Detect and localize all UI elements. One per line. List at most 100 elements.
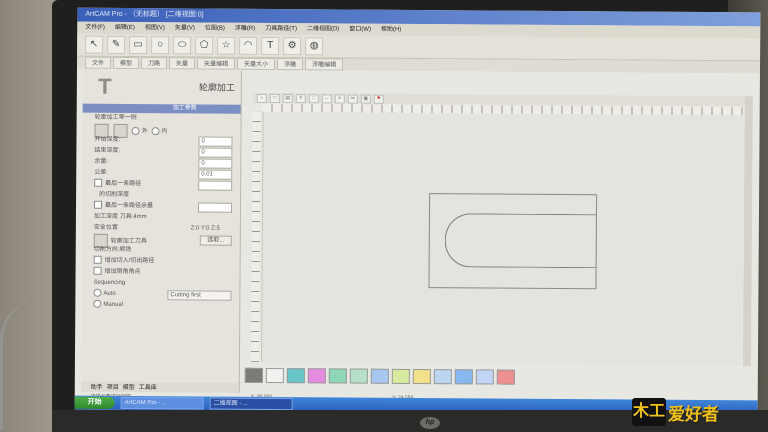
start-depth-label: 开始深度: — [94, 136, 121, 143]
layer-icon[interactable]: ▤ — [282, 93, 293, 103]
gear-icon[interactable]: ⚙ — [283, 37, 302, 56]
panel-title: 轮廓加工 — [198, 82, 235, 93]
bitmap-icon[interactable]: ◍ — [305, 37, 324, 56]
ramp-label: 增加切入/切出路径 — [104, 257, 155, 265]
menu-2dview[interactable]: 二维视图(D) — [307, 23, 339, 35]
vertical-scrollbar[interactable] — [742, 96, 753, 367]
color-swatch[interactable] — [496, 369, 515, 385]
color-swatch[interactable] — [349, 368, 368, 384]
slot-vector[interactable] — [444, 213, 596, 269]
tab-relief[interactable]: 浮雕 — [277, 58, 304, 71]
sequencing-label: Sequencing — [93, 279, 126, 286]
node-edit-icon[interactable]: ✎ — [107, 35, 126, 54]
last-pass-checkbox[interactable] — [94, 179, 103, 188]
ellipse-icon[interactable]: ⬭ — [173, 36, 192, 55]
tab-toolpath[interactable]: 刀路 — [141, 57, 168, 70]
direction-label: 切削方向:顺铣 — [93, 246, 132, 254]
select-icon[interactable]: ↖ — [85, 35, 104, 54]
menu-edit[interactable]: 编辑(E) — [115, 22, 135, 34]
taskbar-item-2dview[interactable]: 二维视图 - ... — [209, 397, 293, 411]
red-flag-icon[interactable]: ⚑ — [373, 94, 384, 104]
finish-depth-field[interactable]: 0 — [198, 147, 233, 158]
manual-label: Manual — [103, 301, 124, 308]
color-swatch[interactable] — [286, 367, 305, 383]
radio-inside[interactable] — [151, 127, 160, 136]
grid-icon[interactable]: # — [295, 93, 306, 103]
arc-icon[interactable]: ◠ — [239, 36, 258, 55]
menu-vector[interactable]: 矢量(V) — [175, 22, 195, 34]
color-swatch[interactable] — [475, 368, 494, 385]
color-swatch[interactable] — [265, 367, 284, 383]
color-swatch[interactable] — [412, 368, 431, 384]
menu-view[interactable]: 视图(V) — [145, 22, 165, 34]
menu-toolpath[interactable]: 刀具路径(T) — [265, 23, 297, 35]
screen: ArtCAM Pro - （无标题） [二维视图:0] 文件(F) 编辑(E) … — [74, 7, 761, 415]
safe-z-label: 安全位置 — [93, 224, 118, 231]
sequencing-dropdown[interactable]: Cutting first — [167, 290, 232, 301]
polygon-icon[interactable]: ⬠ — [195, 36, 214, 55]
watermark-logo: 木工 — [632, 398, 666, 426]
allowance-field[interactable]: 0 — [198, 158, 233, 169]
tolerance-field[interactable]: 0.01 — [198, 169, 233, 180]
color-swatch[interactable] — [328, 367, 347, 384]
profile-tool-icon: T — [98, 73, 112, 99]
corner-checkbox[interactable] — [93, 267, 102, 276]
panel-tabs: 助手 项目 模型 工具库 — [80, 381, 239, 393]
radio-auto[interactable] — [93, 289, 102, 298]
tab-vector-size[interactable]: 矢量大小 — [237, 57, 276, 71]
corner-label: 增加倒角角点 — [104, 268, 141, 276]
panel-tab-project[interactable]: 项目 — [107, 382, 119, 392]
menu-help[interactable]: 帮助(H) — [381, 24, 401, 36]
tab-vector[interactable]: 矢量 — [169, 57, 196, 70]
finish-depth-label: 结束深度: — [94, 147, 121, 154]
inside-label: 内 — [161, 128, 168, 135]
manual-row: Manual — [81, 300, 239, 312]
color-swatch[interactable] — [244, 367, 263, 383]
select-tool-button[interactable]: 选取... — [199, 235, 232, 246]
radio-outside[interactable] — [131, 127, 140, 136]
color-swatch[interactable] — [370, 368, 389, 384]
zoom-icon[interactable]: ⌕ — [256, 93, 267, 103]
menu-bitmap[interactable]: 位图(B) — [205, 23, 225, 35]
color-swatch[interactable] — [307, 367, 326, 383]
circle-icon[interactable]: ○ — [151, 36, 170, 55]
start-depth-field[interactable]: 0 — [198, 136, 233, 147]
star-icon[interactable]: ☆ — [217, 36, 236, 55]
tolerance-label: 公差: — [94, 169, 108, 176]
measure-icon[interactable]: ↔ — [321, 93, 332, 103]
tab-vector-edit[interactable]: 矢量编辑 — [197, 57, 236, 70]
radio-manual[interactable] — [93, 300, 102, 309]
panel-tab-model[interactable]: 模型 — [123, 382, 135, 392]
drawing-canvas[interactable] — [260, 111, 744, 366]
zoom-fit-icon[interactable]: □ — [269, 93, 280, 103]
last-pass-field[interactable] — [198, 180, 233, 191]
panel-tab-tool-library[interactable]: 工具库 — [139, 382, 157, 392]
group-icon[interactable]: ▣ — [360, 94, 371, 104]
text-icon[interactable]: T — [261, 36, 280, 56]
toolpath-panel: T 轮廓加工 加工参数 轮廓加工零一侧 外 内 开始深度: 0 结束深度: 0 … — [80, 69, 242, 393]
color-swatch[interactable] — [391, 368, 410, 384]
menu-file[interactable]: 文件(F) — [85, 22, 105, 34]
taskbar-item-artcam[interactable]: ArtCAM Pro - ... — [120, 396, 204, 410]
snap-icon[interactable]: ∷ — [308, 93, 319, 103]
tab-model[interactable]: 模型 — [113, 56, 140, 70]
vertical-ruler — [250, 111, 261, 362]
outside-label: 外 — [141, 128, 148, 135]
finish-tool-label: 轮廓加工刀具 — [110, 238, 147, 245]
menu-window[interactable]: 窗口(W) — [349, 24, 371, 36]
last-allowance-field[interactable] — [197, 202, 233, 213]
ramp-checkbox[interactable] — [93, 256, 102, 265]
watermark: 木工 爱好者 — [632, 396, 760, 428]
panel-tab-assistant[interactable]: 助手 — [91, 382, 103, 392]
color-swatch[interactable] — [454, 368, 473, 384]
rectangle-icon[interactable]: ▭ — [129, 35, 148, 55]
last-pass-sub-label: 的切削深度 — [99, 191, 130, 198]
mirror-icon[interactable]: ⇋ — [347, 94, 358, 104]
tab-relief-edit[interactable]: 浮雕编辑 — [305, 58, 344, 71]
last-allowance-checkbox[interactable] — [94, 201, 103, 210]
tab-file[interactable]: 文件 — [84, 56, 112, 69]
start-button[interactable]: 开始 — [74, 396, 115, 409]
menu-relief[interactable]: 浮雕(R) — [235, 23, 255, 35]
color-swatch[interactable] — [433, 368, 452, 384]
align-icon[interactable]: ≡ — [334, 93, 345, 103]
